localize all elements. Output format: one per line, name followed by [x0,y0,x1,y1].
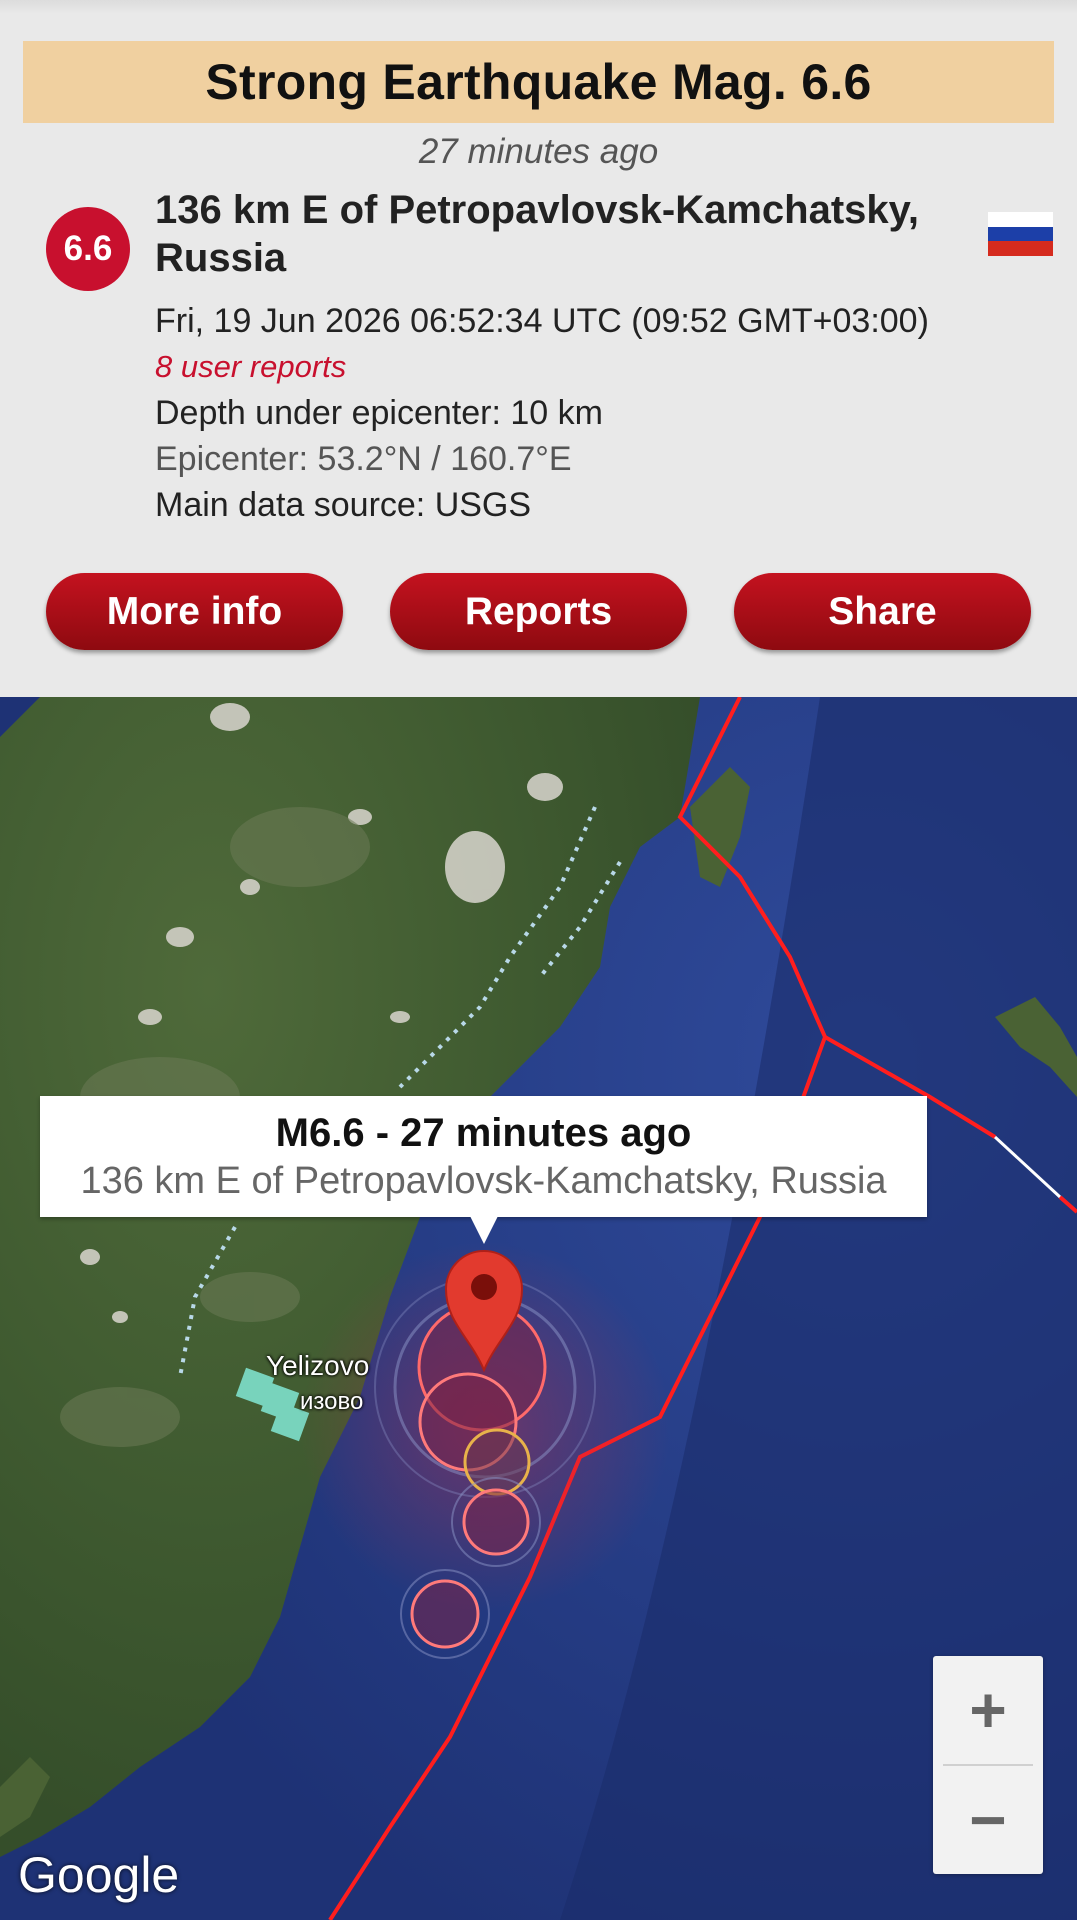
status-bar-shadow [0,0,1077,14]
user-reports-link[interactable]: 8 user reports [155,344,1055,390]
reports-button[interactable]: Reports [390,573,687,650]
zoom-out-button[interactable]: − [933,1766,1043,1874]
callout-subtitle: 136 km E of Petropavlovsk-Kamchatsky, Ru… [80,1160,887,1202]
time-ago: 27 minutes ago [418,132,659,171]
share-button[interactable]: Share [734,573,1031,650]
epicenter-text: Epicenter: 53.2°N / 160.7°E [155,440,572,478]
alert-banner: Strong Earthquake Mag. 6.6 [23,41,1054,123]
map-callout[interactable]: M6.6 - 27 minutes ago 136 km E of Petrop… [40,1096,927,1217]
data-source-text: Main data source: USGS [155,486,532,524]
depth-text: Depth under epicenter: 10 km [155,394,603,432]
page-title: Strong Earthquake Mag. 6.6 [205,54,872,110]
event-datetime: Fri, 19 Jun 2026 06:52:34 UTC (09:52 GMT… [155,302,929,340]
magnitude-badge: 6.6 [46,207,130,291]
map-view[interactable]: Yelizovo изово [0,697,1077,1920]
satellite-map [0,697,1077,1920]
callout-pointer [470,1216,498,1244]
callout-title: M6.6 - 27 minutes ago [275,1111,692,1155]
location-title: 136 km E of Petropavlovsk-Kamchatsky, Ru… [155,188,920,280]
russia-flag-icon [988,212,1053,257]
zoom-controls: + − [933,1656,1043,1874]
google-attribution-logo: Google [18,1847,180,1903]
more-info-button[interactable]: More info [46,573,343,650]
town-label: Yelizovo [266,1350,370,1381]
zoom-in-button[interactable]: + [933,1656,1043,1764]
town-label-local: изово [300,1388,364,1415]
event-details: Fri, 19 Jun 2026 06:52:34 UTC (09:52 GMT… [155,298,1055,528]
